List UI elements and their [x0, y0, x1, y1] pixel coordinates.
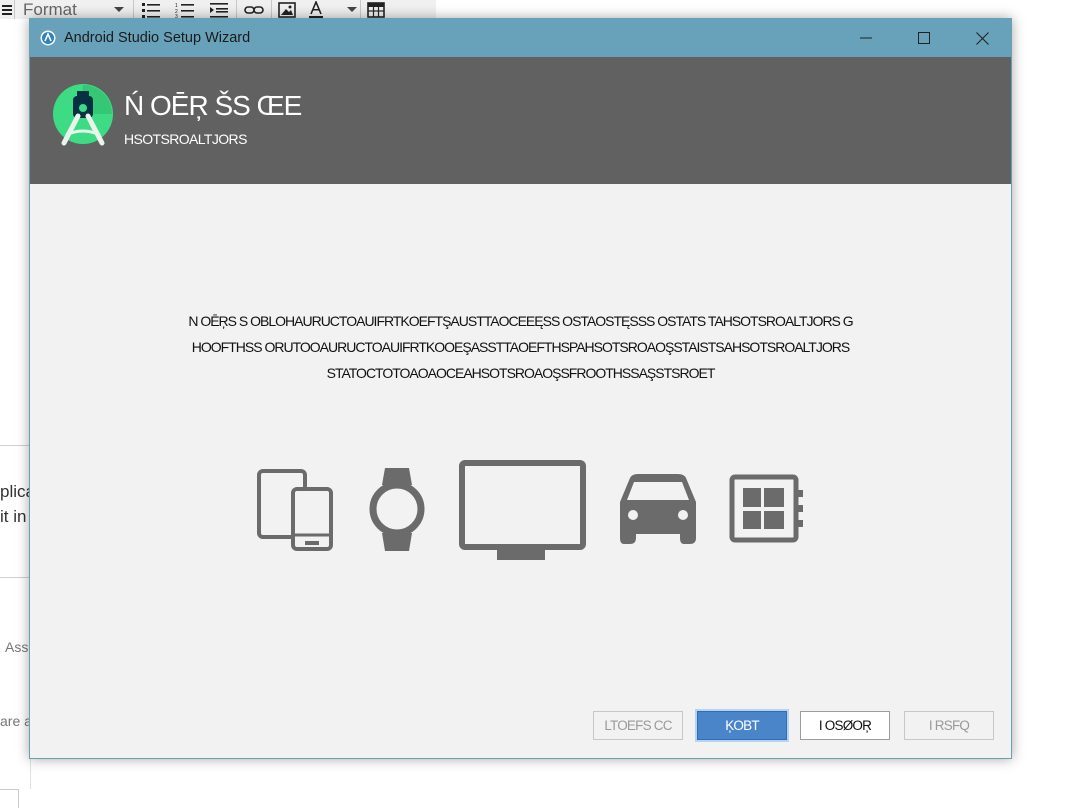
- setup-wizard-window: Android Studio Setup Wizard Ń OĒŖ ŠS ŒE: [29, 18, 1012, 759]
- maximize-icon: [918, 32, 930, 44]
- phone-tablet-icon: [257, 469, 333, 551]
- link-icon[interactable]: [237, 0, 271, 19]
- next-button[interactable]: ĶOBT: [697, 711, 787, 740]
- finish-button[interactable]: I RSFQ: [904, 711, 994, 740]
- things-icon: [729, 474, 803, 543]
- format-dropdown[interactable]: Format: [15, 0, 133, 19]
- svg-text:3: 3: [175, 14, 178, 18]
- window-title: Android Studio Setup Wizard: [64, 30, 251, 46]
- chevron-down-icon: [347, 6, 357, 12]
- menu-icon[interactable]: [0, 0, 14, 19]
- table-icon[interactable]: [361, 0, 391, 19]
- tv-icon: [459, 460, 586, 560]
- car-icon: [620, 474, 696, 544]
- background-text-line: Ass: [5, 639, 29, 655]
- background-text-line: it in: [0, 507, 27, 526]
- text-color-icon[interactable]: [302, 0, 360, 19]
- format-label: Format: [23, 0, 77, 19]
- android-studio-app-icon: [40, 30, 56, 46]
- page-title: Ń OĒŖ ŠS ŒE: [124, 90, 302, 121]
- image-icon[interactable]: [272, 0, 302, 19]
- maximize-button[interactable]: [895, 19, 953, 57]
- close-icon: [975, 31, 989, 45]
- bullet-list-icon[interactable]: [134, 0, 168, 19]
- wizard-header: Ń OĒŖ ŠS ŒE HSOTSROALTJORS: [30, 57, 1011, 184]
- page-subtitle: HSOTSROALTJORS: [124, 131, 247, 147]
- indent-icon[interactable]: [202, 0, 236, 19]
- minimize-icon: [860, 37, 872, 39]
- watch-icon: [369, 468, 425, 551]
- background-text-line: plica: [0, 482, 30, 501]
- android-studio-logo: [53, 84, 113, 146]
- background-divider: [0, 445, 30, 446]
- background-toolbar: Format 123: [0, 0, 436, 20]
- previous-button[interactable]: LTOEFS CC: [593, 711, 683, 740]
- background-editor-panel: [0, 19, 31, 789]
- cancel-button[interactable]: I OSØOŖ: [800, 711, 890, 740]
- wizard-content: N OĒŖS S OBLOHAURUCTOAUIFRTKOEFTŞAUSTTAO…: [30, 184, 1011, 758]
- background-box: [0, 789, 19, 808]
- background-text-line: are a: [0, 713, 30, 729]
- numbered-list-icon[interactable]: 123: [168, 0, 202, 19]
- device-icons: [30, 184, 1011, 758]
- window-titlebar[interactable]: Android Studio Setup Wizard: [30, 19, 1011, 57]
- background-divider: [0, 577, 30, 578]
- minimize-button[interactable]: [837, 19, 895, 57]
- close-button[interactable]: [953, 19, 1011, 57]
- window-controls: [837, 19, 1011, 57]
- chevron-down-icon: [114, 6, 124, 12]
